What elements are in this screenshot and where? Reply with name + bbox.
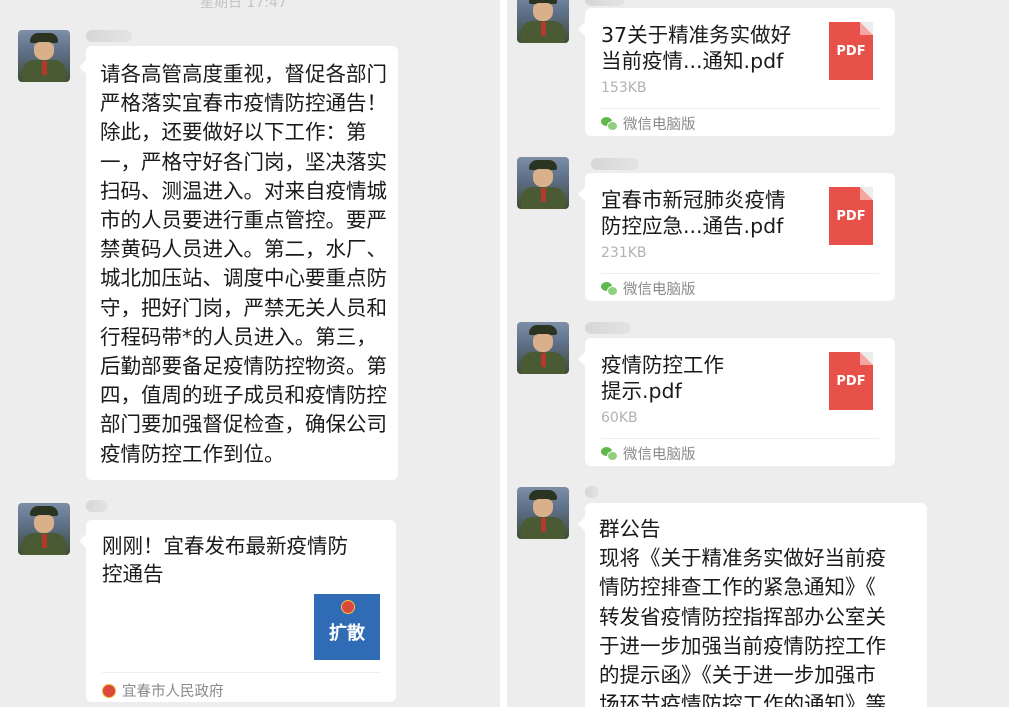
sender-nickname-redacted bbox=[591, 158, 639, 170]
wechat-icon bbox=[601, 446, 618, 461]
file-name: 宜春市新冠肺炎疫情 防控应急...通告.pdf bbox=[601, 188, 786, 238]
announcement-line: 情防控排查工作的紧急通知》《 bbox=[599, 575, 876, 600]
message-line: 部门要加强督促检查，确保公司 bbox=[100, 412, 387, 437]
announcement-heading: 群公告 bbox=[599, 517, 661, 541]
shared-link-card[interactable]: 刚刚！宜春发布最新疫情防 控通告 扩散 宜春市人民政府 bbox=[79, 520, 396, 702]
sender-avatar[interactable] bbox=[517, 322, 569, 374]
file-message-card[interactable]: 疫情防控工作 提示.pdf 60KB PDF 微信电脑版 bbox=[578, 338, 895, 466]
sender-avatar[interactable] bbox=[18, 30, 70, 82]
message-line: 后勤部要备足疫情防控物资。第 bbox=[100, 354, 387, 379]
announcement-line: 场环节疫情防控工作的通知》等 bbox=[599, 692, 886, 707]
source-label: 微信电脑版 bbox=[623, 116, 696, 133]
message-line: 城北加压站、调度中心要重点防 bbox=[100, 266, 387, 291]
chat-panel-right: 37关于精准务实做好 当前疫情...通知.pdf 153KB PDF 微信电脑版… bbox=[507, 0, 1009, 707]
thumbnail-label: 扩散 bbox=[329, 623, 365, 644]
link-title: 刚刚！宜春发布最新疫情防 控通告 bbox=[102, 534, 348, 586]
source-label: 微信电脑版 bbox=[623, 281, 696, 298]
message-line: 严格落实宜春市疫情防控通告！ bbox=[100, 91, 387, 116]
pdf-file-icon: PDF bbox=[829, 352, 873, 410]
divider bbox=[601, 108, 879, 109]
message-line: 一，严格守好各门岗，坚决落实 bbox=[100, 149, 387, 174]
file-message-card[interactable]: 宜春市新冠肺炎疫情 防控应急...通告.pdf 231KB PDF 微信电脑版 bbox=[578, 173, 895, 301]
link-thumbnail: 扩散 bbox=[314, 594, 380, 660]
divider bbox=[601, 273, 879, 274]
sender-nickname-redacted bbox=[86, 500, 108, 512]
file-size: 153KB bbox=[601, 80, 647, 96]
sender-avatar[interactable] bbox=[517, 0, 569, 43]
group-announcement-bubble[interactable]: 群公告 现将《关于精准务实做好当前疫 情防控排查工作的紧急通知》《 转发省疫情防… bbox=[578, 503, 927, 707]
divider bbox=[102, 672, 380, 673]
sender-nickname-redacted bbox=[86, 30, 132, 42]
message-line: 禁黄码人员进入。第二，水厂、 bbox=[100, 237, 387, 262]
message-line: 守，把好门岗，严禁无关人员和 bbox=[100, 295, 387, 320]
announcement-line: 于进一步加强当前疫情防控工作 bbox=[599, 633, 886, 658]
sender-avatar[interactable] bbox=[517, 157, 569, 209]
message-line: 请各高管高度重视，督促各部门 bbox=[100, 62, 387, 86]
sender-nickname-redacted bbox=[585, 322, 631, 334]
message-line: 市的人员要进行重点管控。要严 bbox=[100, 208, 387, 233]
pdf-file-icon: PDF bbox=[829, 22, 873, 80]
message-line: 四，值周的班子成员和疫情防控 bbox=[100, 383, 387, 408]
pdf-file-icon: PDF bbox=[829, 187, 873, 245]
file-source: 微信电脑版 bbox=[601, 442, 696, 464]
national-emblem-icon bbox=[341, 600, 355, 614]
file-size: 231KB bbox=[601, 245, 647, 261]
sender-nickname-redacted bbox=[585, 486, 599, 498]
wechat-icon bbox=[601, 281, 618, 296]
announcement-line: 现将《关于精准务实做好当前疫 bbox=[599, 546, 886, 571]
file-source: 微信电脑版 bbox=[601, 277, 696, 299]
message-line: 除此，还要做好以下工作：第 bbox=[100, 120, 367, 145]
message-timestamp: 星期日 17:47 bbox=[200, 0, 287, 11]
wechat-icon bbox=[601, 116, 618, 131]
file-message-card[interactable]: 37关于精准务实做好 当前疫情...通知.pdf 153KB PDF 微信电脑版 bbox=[578, 8, 895, 136]
sender-avatar[interactable] bbox=[517, 487, 569, 539]
announcement-line: 的提示函》《关于进一步加强市 bbox=[599, 663, 876, 688]
sender-avatar[interactable] bbox=[18, 503, 70, 555]
link-source: 宜春市人民政府 bbox=[102, 680, 224, 701]
government-emblem-icon bbox=[102, 683, 116, 698]
announcement-line: 转发省疫情防控指挥部办公室关 bbox=[599, 604, 886, 629]
divider bbox=[601, 438, 879, 439]
file-source: 微信电脑版 bbox=[601, 112, 696, 134]
file-name: 37关于精准务实做好 当前疫情...通知.pdf bbox=[601, 23, 792, 73]
message-line: 疫情防控工作到位。 bbox=[100, 441, 285, 466]
message-line: 扫码、测温进入。对来自疫情城 bbox=[100, 178, 387, 203]
file-name: 疫情防控工作 提示.pdf bbox=[601, 353, 724, 403]
file-size: 60KB bbox=[601, 410, 638, 426]
sender-nickname-redacted bbox=[585, 0, 625, 6]
message-line: 行程码带*的人员进入。第三， bbox=[100, 324, 377, 349]
source-label: 宜春市人民政府 bbox=[122, 684, 224, 700]
chat-panel-left: 星期日 17:47 请各高管高度重视，督促各部门 严格落实宜春市疫情防控通告！ … bbox=[0, 0, 500, 707]
source-label: 微信电脑版 bbox=[623, 446, 696, 463]
text-message-bubble[interactable]: 请各高管高度重视，督促各部门 严格落实宜春市疫情防控通告！ 除此，还要做好以下工… bbox=[79, 46, 398, 480]
